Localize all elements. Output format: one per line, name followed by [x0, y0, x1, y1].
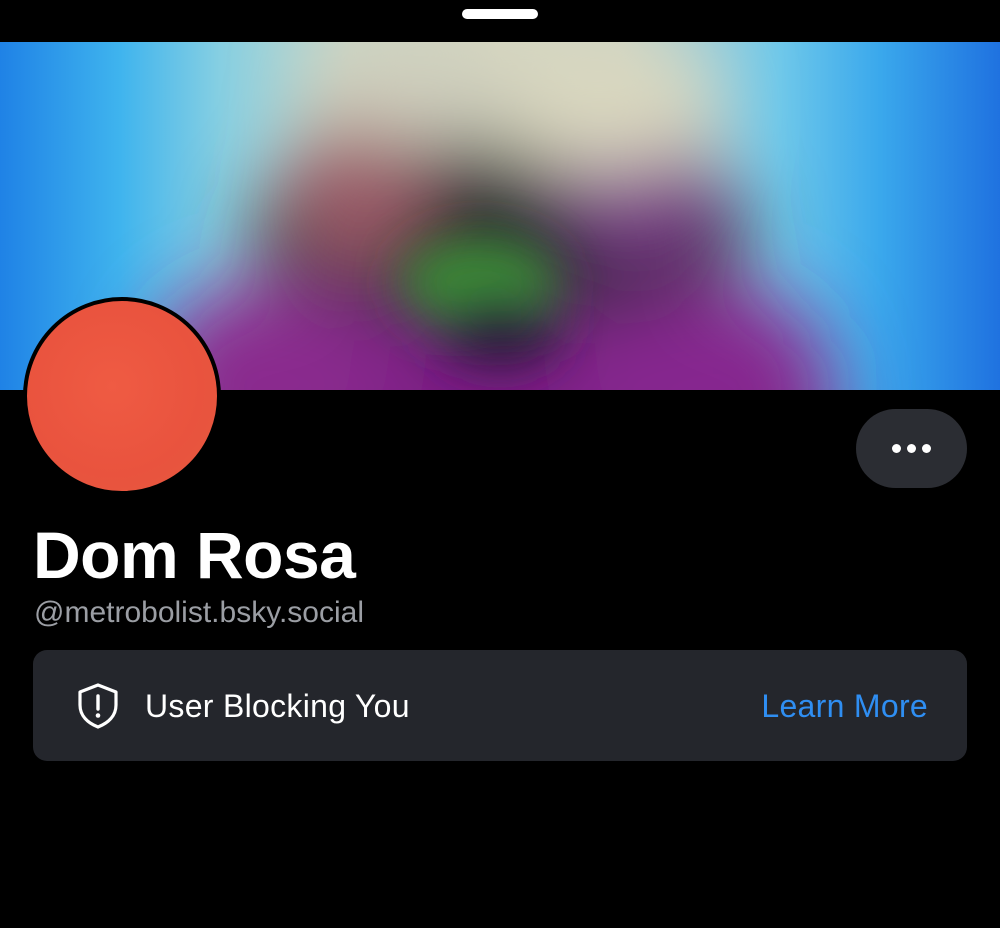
sheet-grabber[interactable]: [462, 9, 538, 19]
display-name: Dom Rosa: [33, 518, 356, 592]
user-handle: @metrobolist.bsky.social: [34, 596, 364, 629]
shield-exclamation-icon: [78, 683, 118, 729]
profile-screen: Dom Rosa @metrobolist.bsky.social User B…: [0, 0, 1000, 928]
more-options-button[interactable]: [856, 409, 967, 488]
avatar[interactable]: [23, 297, 221, 495]
ellipsis-icon: [892, 444, 931, 453]
alert-message: User Blocking You: [145, 688, 410, 724]
blocking-alert-banner: User Blocking You Learn More: [33, 650, 967, 761]
learn-more-link[interactable]: Learn More: [761, 686, 928, 726]
